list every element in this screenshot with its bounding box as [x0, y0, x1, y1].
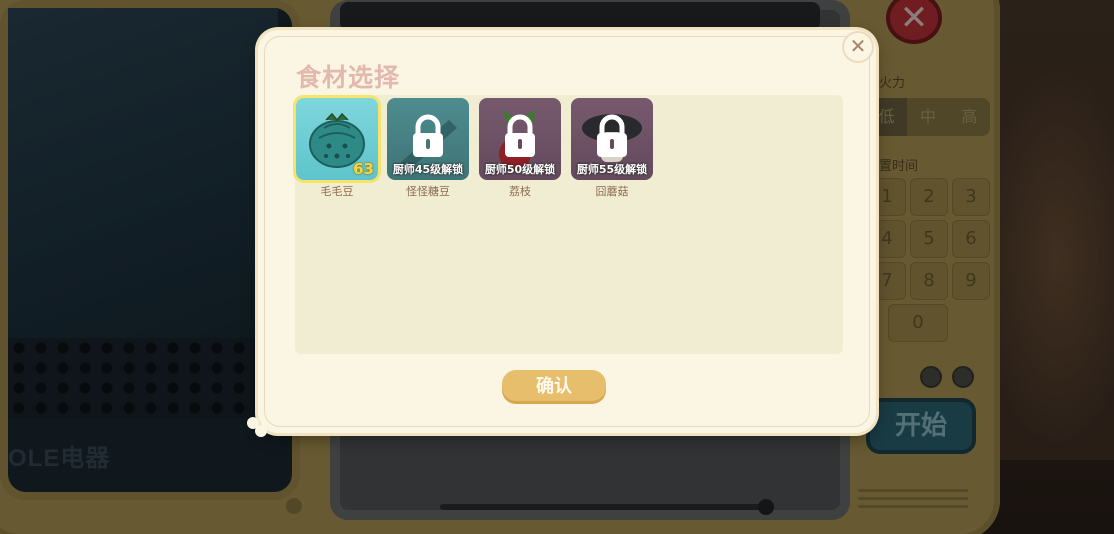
confirm-button[interactable]: 确认: [502, 370, 606, 404]
unlock-requirement: 厨师50级解锁: [484, 163, 556, 176]
ingredient-card[interactable]: 厨师45级解锁: [387, 98, 469, 180]
item-count: 63: [353, 160, 374, 178]
ingredient-card[interactable]: 63: [296, 98, 378, 180]
ingredient-name: 怪怪糖豆: [406, 185, 450, 198]
ingredient-item-candy-bean[interactable]: 厨师45级解锁 怪怪糖豆: [387, 98, 469, 199]
corner-paw-icon: [247, 417, 267, 437]
ingredient-name: 囧蘑菇: [595, 185, 629, 198]
unlock-requirement: 厨师55级解锁: [576, 163, 648, 176]
dialog-title: 食材选择: [296, 63, 401, 92]
ingredient-item-mushroom[interactable]: 厨师55级解锁 囧蘑菇: [571, 98, 653, 199]
ingredient-name: 毛毛豆: [320, 185, 354, 198]
unlock-requirement: 厨师45级解锁: [392, 163, 464, 176]
ingredient-card[interactable]: 厨师55级解锁: [571, 98, 653, 180]
ingredient-name: 荔枝: [509, 185, 531, 198]
ingredient-item-lychee[interactable]: 厨师50级解锁 荔枝: [479, 98, 561, 199]
ingredient-card[interactable]: 厨师50级解锁: [479, 98, 561, 180]
ingredient-item-fuzzy-bean[interactable]: 63 毛毛豆: [296, 98, 378, 199]
dialog-close-button[interactable]: ✕: [842, 31, 874, 63]
